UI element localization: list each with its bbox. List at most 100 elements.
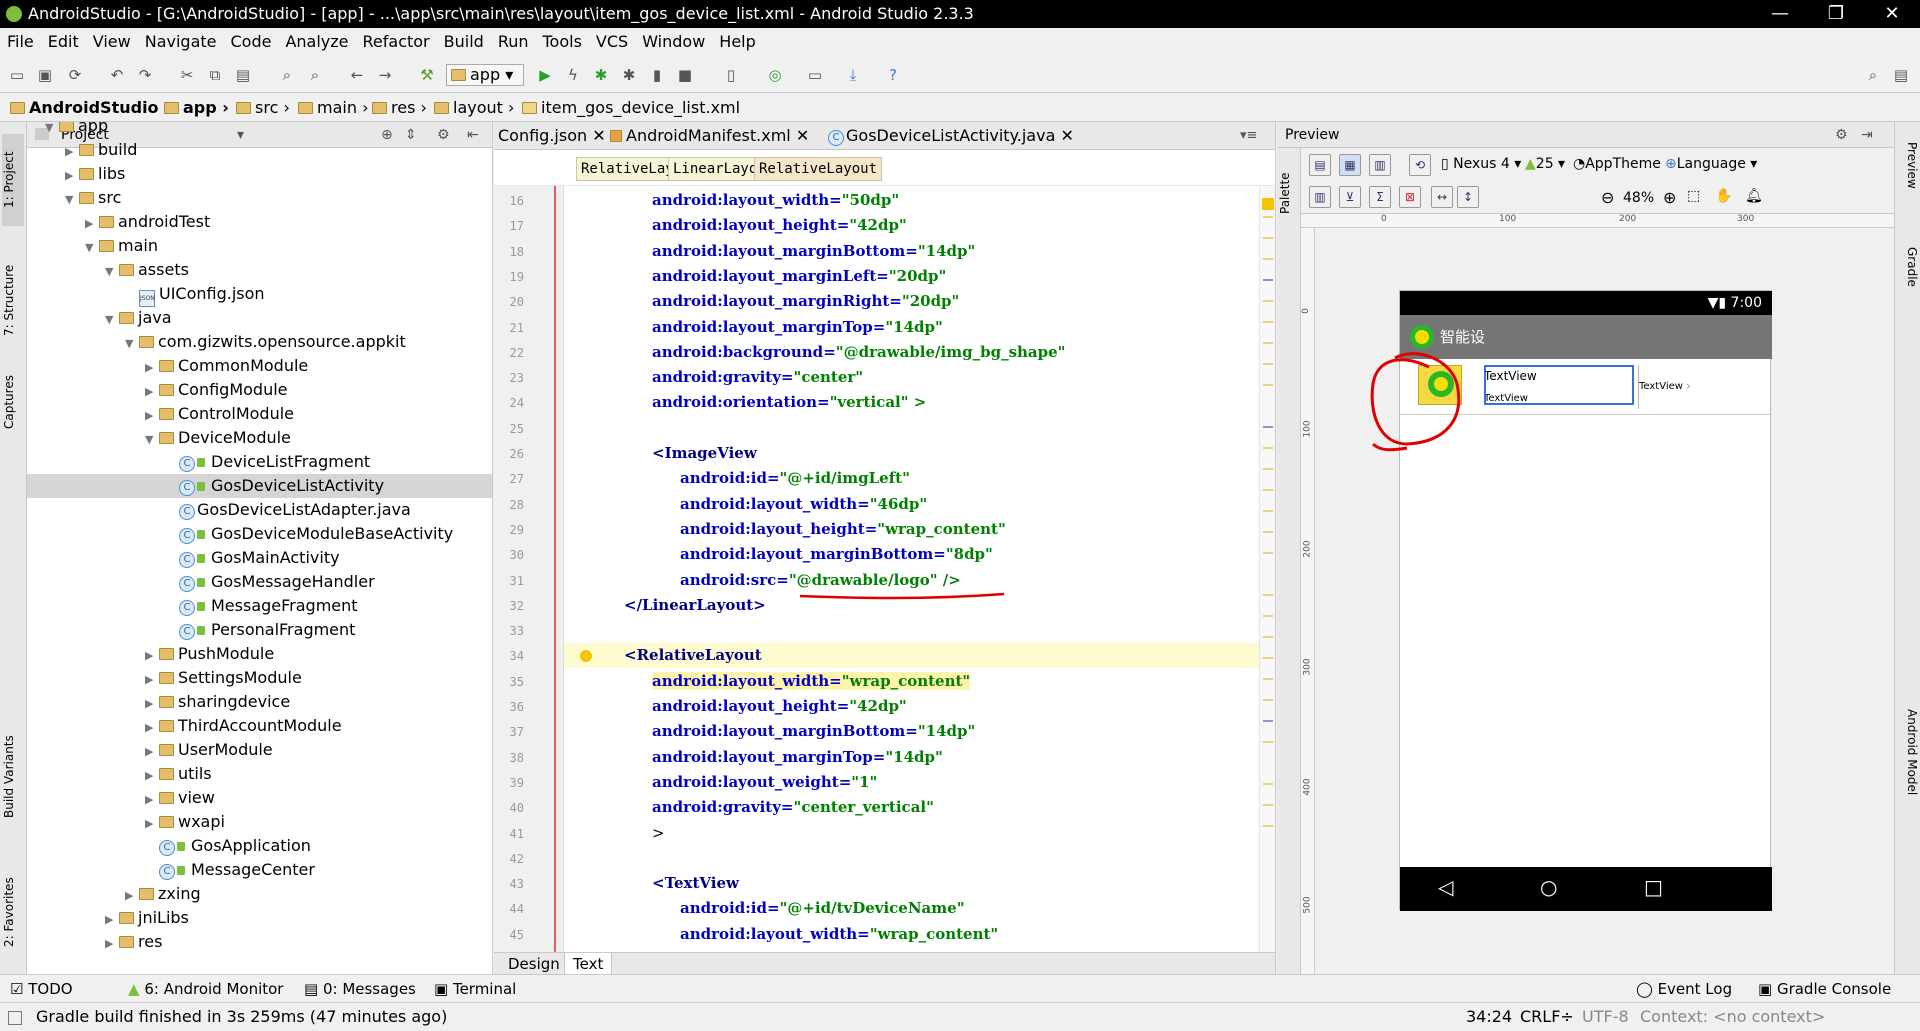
tab-messages[interactable]: ▤ 0: Messages (304, 975, 416, 1003)
tree-item[interactable]: ▶ ControlModule (27, 402, 492, 428)
tab-preview[interactable]: Preview (1897, 130, 1919, 200)
tab-config-json[interactable]: Config.json ✕ (494, 122, 610, 150)
expand-vertical-icon[interactable]: ↕ (1457, 186, 1479, 208)
breadcrumb-layout[interactable]: layout › (434, 94, 514, 122)
menu-window[interactable]: Window (635, 28, 712, 55)
pan-hand-icon[interactable]: ✋ (1715, 188, 1732, 204)
tree-item[interactable]: ▶ ThirdAccountModule (27, 714, 492, 738)
tree-item[interactable]: C MessageFragment (27, 594, 492, 618)
debug-icon[interactable]: ✱ (590, 64, 612, 86)
code-line[interactable]: android:gravity="center_vertical" (564, 795, 934, 820)
blueprint-icon[interactable]: ▦ (1339, 154, 1361, 176)
breadcrumb-main[interactable]: main › (298, 94, 368, 122)
menu-code[interactable]: Code (224, 28, 279, 55)
tree-item[interactable]: C MessageCenter (27, 858, 492, 882)
code-line[interactable]: android:layout_width="50dp" (564, 188, 899, 213)
minimize-button[interactable]: — (1752, 0, 1808, 28)
tree-item[interactable]: C DeviceListFragment (27, 450, 492, 474)
chevron-icon[interactable]: ▶ (145, 812, 159, 836)
code-line[interactable] (564, 416, 568, 441)
tab-android-manifest[interactable]: AndroidManifest.xml ✕ (606, 122, 813, 150)
close-icon[interactable]: ✕ (1060, 126, 1073, 145)
device-list-item[interactable]: TextView TextView TextView › (1400, 359, 1772, 415)
tab-text[interactable]: Text (564, 953, 613, 974)
copy-icon[interactable]: ⧉ (204, 64, 226, 86)
tree-item[interactable]: ▶ PushModule (27, 642, 492, 668)
tree-item[interactable]: ▶ ConfigModule (27, 378, 492, 402)
chevron-icon[interactable]: ▼ (145, 428, 159, 452)
close-icon[interactable]: ✕ (796, 126, 809, 145)
chevron-icon[interactable]: ▶ (145, 788, 159, 812)
code-line[interactable] (564, 846, 568, 871)
code-line[interactable]: android:gravity="center" (564, 365, 863, 390)
tree-item[interactable]: C GosDeviceListActivity (27, 474, 492, 498)
breadcrumb-androidstudio[interactable]: AndroidStudio › (10, 94, 171, 122)
stop-icon[interactable]: ■ (674, 64, 696, 86)
project-structure-icon[interactable]: ▭ (804, 64, 826, 86)
tab-todo[interactable]: ☑ TODO (10, 975, 73, 1003)
orientation-icon[interactable]: ⟲ (1409, 154, 1431, 176)
tree-item[interactable]: JSON UIConfig.json (27, 282, 492, 307)
gear-icon[interactable]: ⚙ (1835, 122, 1848, 148)
tab-list-icon[interactable]: ▾≡ (1240, 122, 1257, 150)
tree-item[interactable]: ▼ DeviceModule (27, 426, 492, 452)
zoom-in-icon[interactable]: ⊕ (1663, 188, 1676, 207)
attach-debugger-icon[interactable]: ✱ (618, 64, 640, 86)
notification-bell-icon[interactable]: 🔔︎ (1745, 188, 1763, 204)
chevron-icon[interactable]: ▶ (65, 140, 79, 164)
code-line[interactable]: android:layout_marginBottom="14dp" (564, 239, 975, 264)
tree-item[interactable]: ▶ utils (27, 762, 492, 788)
chevron-icon[interactable]: ▼ (125, 332, 139, 356)
language-dropdown[interactable]: ⊕Language ▾ (1665, 156, 1757, 172)
code-line[interactable]: android:id="@+id/tvDeviceName" (564, 896, 965, 921)
tree-item[interactable]: ▶ androidTest (27, 210, 492, 234)
find-icon[interactable]: ⌕ (276, 64, 298, 86)
menu-edit[interactable]: Edit (41, 28, 86, 55)
apply-changes-icon[interactable]: ϟ (562, 64, 584, 86)
code-line[interactable]: android:background="@drawable/img_bg_sha… (564, 340, 1065, 365)
layout-icon[interactable]: ▥ (1309, 186, 1331, 208)
sdk-manager-icon[interactable]: ⤓ (842, 64, 864, 86)
redo-icon[interactable]: ↷ (134, 64, 156, 86)
run-config-dropdown[interactable]: app ▾ (446, 64, 524, 86)
device-dropdown[interactable]: ▯ Nexus 4 ▾ (1441, 156, 1521, 172)
code-content[interactable]: android:layout_width="50dp" android:layou… (564, 186, 1264, 952)
chevron-icon[interactable]: ▶ (145, 764, 159, 788)
undo-icon[interactable]: ↶ (106, 64, 128, 86)
code-line[interactable]: </LinearLayout> (564, 593, 766, 618)
chevron-icon[interactable]: ▶ (105, 908, 119, 932)
line-separator[interactable]: CRLF÷ (1520, 1003, 1574, 1031)
code-line[interactable]: android:layout_marginBottom="14dp" (564, 719, 975, 744)
tab-gradle[interactable]: Gradle (1897, 232, 1919, 302)
tree-item[interactable]: C PersonalFragment (27, 618, 492, 642)
cut-icon[interactable]: ✂ (176, 64, 198, 86)
chevron-icon[interactable]: ▼ (105, 308, 119, 332)
back-icon[interactable]: ← (346, 64, 368, 86)
chevron-icon[interactable]: ▶ (145, 644, 159, 668)
tab-terminal[interactable]: ▣ Terminal (434, 975, 516, 1003)
open-folder-icon[interactable]: ▭ (6, 64, 28, 86)
tree-item[interactable]: ▶ wxapi (27, 810, 492, 836)
chevron-icon[interactable]: ▶ (145, 404, 159, 428)
code-line[interactable]: android:src="@drawable/logo" /> (564, 568, 961, 593)
menu-view[interactable]: View (86, 28, 138, 55)
paste-icon[interactable]: ▤ (232, 64, 254, 86)
tree-item[interactable]: ▶ view (27, 786, 492, 812)
file-encoding[interactable]: UTF-8 (1582, 1003, 1629, 1031)
tree-item[interactable]: ▼ java (27, 306, 492, 332)
tab-design[interactable]: Design (500, 953, 568, 974)
context-indicator[interactable]: Context: <no context> (1640, 1003, 1825, 1031)
tree-item[interactable]: ▶ sharingdevice (27, 690, 492, 714)
sync-gradle-icon[interactable]: ◎ (764, 64, 786, 86)
code-line[interactable]: > (564, 821, 665, 846)
breadcrumb-res[interactable]: res › (372, 94, 427, 122)
tree-item[interactable]: ▶ build (27, 138, 492, 164)
chevron-icon[interactable]: ▼ (85, 236, 99, 260)
tree-item[interactable]: ▶ CommonModule (27, 354, 492, 378)
code-line[interactable]: android:layout_marginBottom="8dp" (564, 542, 993, 567)
menu-vcs[interactable]: VCS (589, 28, 635, 55)
expand-horizontal-icon[interactable]: ↔ (1431, 186, 1453, 208)
tree-item[interactable]: C GosMessageHandler (27, 570, 492, 594)
chevron-icon[interactable]: ▶ (145, 668, 159, 692)
tab-favorites[interactable]: 2: Favorites (2, 862, 24, 962)
